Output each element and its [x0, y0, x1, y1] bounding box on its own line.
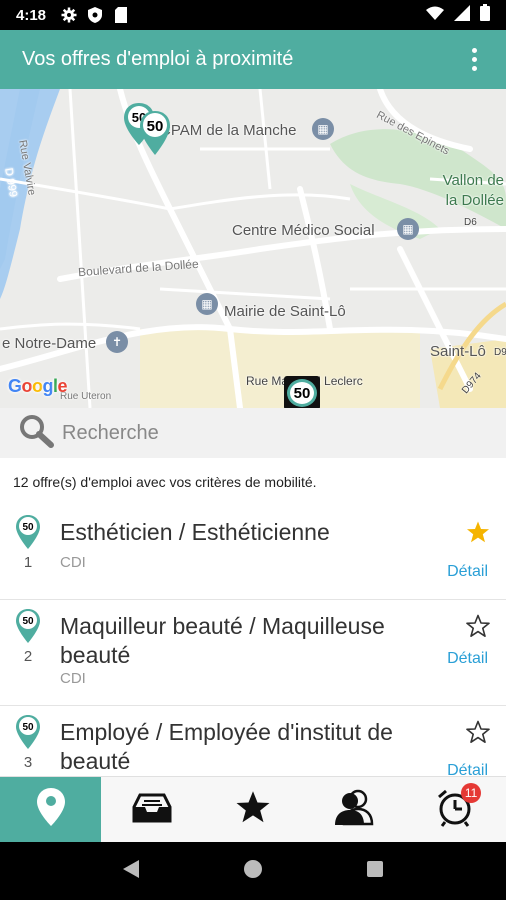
status-bar: 4:18: [0, 0, 506, 30]
sd-card-icon: [112, 6, 130, 24]
building-icon: ▦: [397, 218, 419, 240]
location-pin-icon: 50: [15, 514, 41, 555]
building-icon: ▦: [196, 293, 218, 315]
map-view[interactable]: Rue Valvire D 999 CPAM de la Manche ▦ Ru…: [0, 89, 506, 408]
overflow-menu-icon[interactable]: [464, 45, 484, 75]
location-pin-icon: 50: [15, 608, 41, 649]
job-rank: 2: [23, 648, 33, 665]
detail-link[interactable]: Détail: [447, 563, 488, 581]
detail-link[interactable]: Détail: [447, 650, 488, 668]
job-list[interactable]: 50 1 Esthéticien / Esthéticienne CDI Dét…: [0, 506, 506, 776]
detail-link[interactable]: Détail: [447, 762, 488, 776]
status-time: 4:18: [16, 6, 47, 24]
church-icon: ✝: [106, 331, 128, 353]
favorite-star-icon[interactable]: [466, 614, 490, 638]
favorite-star-icon[interactable]: [466, 720, 490, 744]
recents-icon[interactable]: [366, 860, 384, 883]
battery-icon: [480, 4, 490, 26]
job-title[interactable]: Employé / Employée d'institut de beauté: [60, 718, 436, 776]
building-icon: ▦: [312, 118, 334, 140]
app-bar: Vos offres d'emploi à proximité: [0, 30, 506, 89]
map-label-cpam: CPAM de la Manche: [160, 122, 297, 139]
svg-text:50: 50: [22, 522, 34, 533]
list-item[interactable]: 50 2 Maquilleur beauté / Maquilleuse bea…: [0, 600, 506, 706]
favorite-star-icon[interactable]: [466, 520, 490, 544]
map-marker-label: 50: [287, 379, 317, 407]
map-label-vallon: Vallon de la Dollée: [442, 172, 504, 209]
map-label-rue-uteron: Rue Uteron: [60, 391, 112, 402]
job-rank: 1: [23, 554, 33, 571]
job-title[interactable]: Esthéticien / Esthéticienne: [60, 518, 436, 547]
job-contract: CDI: [60, 554, 86, 571]
system-nav-bar: [0, 842, 506, 900]
tab-profile[interactable]: [304, 777, 405, 842]
map-label-saint-lo: Saint-Lô: [430, 343, 486, 360]
tab-map[interactable]: [0, 777, 102, 842]
search-bar[interactable]: Recherche: [0, 408, 506, 458]
gear-icon: [60, 6, 78, 24]
job-rank: 3: [23, 754, 33, 771]
shield-icon: [86, 6, 104, 24]
page-title: Vos offres d'emploi à proximité: [22, 48, 294, 70]
job-contract: CDI: [60, 670, 86, 687]
svg-text:50: 50: [22, 616, 34, 627]
list-item[interactable]: 50 1 Esthéticien / Esthéticienne CDI Dét…: [0, 506, 506, 600]
star-icon: [234, 789, 272, 830]
tab-favorites[interactable]: [202, 777, 303, 842]
tab-inbox[interactable]: [101, 777, 202, 842]
map-label-mairie: Mairie de Saint-Lô: [224, 303, 346, 320]
map-label-centre-medico: Centre Médico Social: [232, 222, 375, 239]
map-label-d6: D6: [464, 217, 477, 228]
map-marker[interactable]: 50: [284, 376, 320, 410]
svg-text:50: 50: [22, 722, 34, 733]
google-logo: Google: [8, 376, 68, 396]
notification-badge: 11: [460, 783, 482, 803]
map-label-notre-dame: e Notre-Dame: [2, 335, 97, 352]
inbox-icon: [131, 791, 173, 828]
location-pin-icon: 50: [15, 714, 41, 755]
map-marker[interactable]: 50: [138, 109, 172, 162]
map-label-d972: D972: [494, 347, 506, 358]
wifi-icon: [426, 6, 444, 25]
location-pin-icon: [36, 787, 66, 832]
home-icon[interactable]: [243, 859, 263, 884]
list-item[interactable]: 50 3 Employé / Employée d'institut de be…: [0, 706, 506, 776]
map-marker-label: 50: [147, 118, 164, 135]
bottom-tab-bar: 11: [0, 776, 506, 842]
job-title[interactable]: Maquilleur beauté / Maquilleuse beauté: [60, 612, 436, 670]
search-input[interactable]: Recherche: [62, 422, 159, 445]
back-icon[interactable]: [122, 859, 140, 884]
signal-icon: [454, 4, 470, 26]
search-icon: [18, 414, 54, 453]
profile-icon: [332, 788, 376, 831]
result-count: 12 offre(s) d'emploi avec vos critères d…: [13, 474, 317, 490]
tab-alerts[interactable]: 11: [405, 777, 506, 842]
